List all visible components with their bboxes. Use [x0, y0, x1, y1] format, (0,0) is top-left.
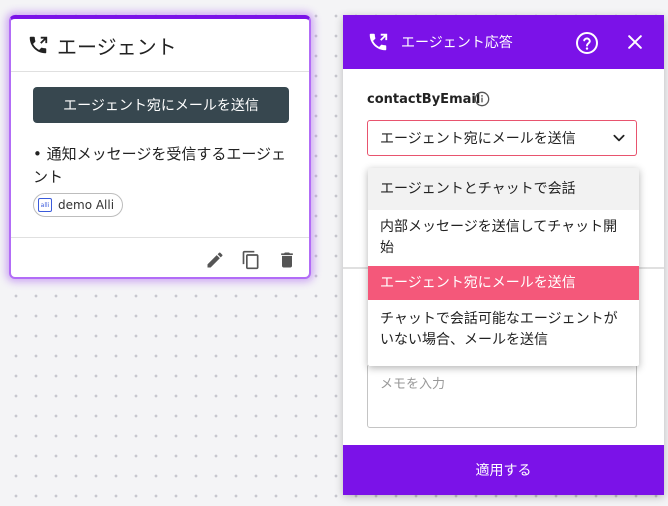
select-value: エージェント宛にメールを送信	[380, 131, 576, 147]
contact-method-dropdown: エージェントとチャットで会話 内部メッセージを送信してチャット開始 エージェント…	[368, 168, 639, 366]
alli-logo-icon: alli	[38, 198, 52, 212]
agent-node-card[interactable]: エージェント エージェント宛にメールを送信 • 通知メッセージを受信するエージェ…	[9, 15, 311, 279]
dropdown-option[interactable]: チャットで会話可能なエージェントがいない場合、メールを送信	[368, 300, 639, 360]
contact-by-email-label: contactByEmail	[367, 92, 481, 107]
panel-title: エージェント応答	[401, 35, 513, 51]
chevron-down-icon	[613, 134, 625, 142]
dropdown-option-selected[interactable]: エージェント宛にメールを送信	[368, 266, 639, 300]
node-description: • 通知メッセージを受信するエージェント	[33, 145, 287, 186]
help-icon[interactable]	[575, 31, 599, 55]
edit-icon[interactable]	[205, 250, 225, 270]
node-title: エージェント	[57, 34, 177, 59]
phone-forward-icon	[29, 36, 48, 54]
apply-button[interactable]: 適用する	[343, 445, 664, 495]
node-footer	[11, 237, 309, 280]
dropdown-option[interactable]: エージェントとチャットで会話	[368, 168, 639, 210]
close-icon[interactable]	[625, 32, 645, 52]
info-icon[interactable]	[474, 91, 490, 107]
memo-placeholder: メモを入力	[380, 377, 446, 392]
send-email-to-agent-button[interactable]: エージェント宛にメールを送信	[33, 87, 289, 123]
agent-chip[interactable]: alli demo Alli	[33, 193, 124, 217]
dropdown-option[interactable]: 内部メッセージを送信してチャット開始	[368, 210, 639, 266]
chip-label: demo Alli	[58, 198, 115, 212]
phone-forward-icon	[369, 33, 388, 51]
delete-icon[interactable]	[277, 250, 297, 270]
contact-method-select[interactable]: エージェント宛にメールを送信	[367, 120, 637, 156]
copy-icon[interactable]	[241, 250, 261, 270]
panel-header: エージェント応答	[343, 15, 664, 69]
node-header: エージェント	[11, 19, 309, 72]
memo-textarea[interactable]: メモを入力	[367, 364, 637, 428]
